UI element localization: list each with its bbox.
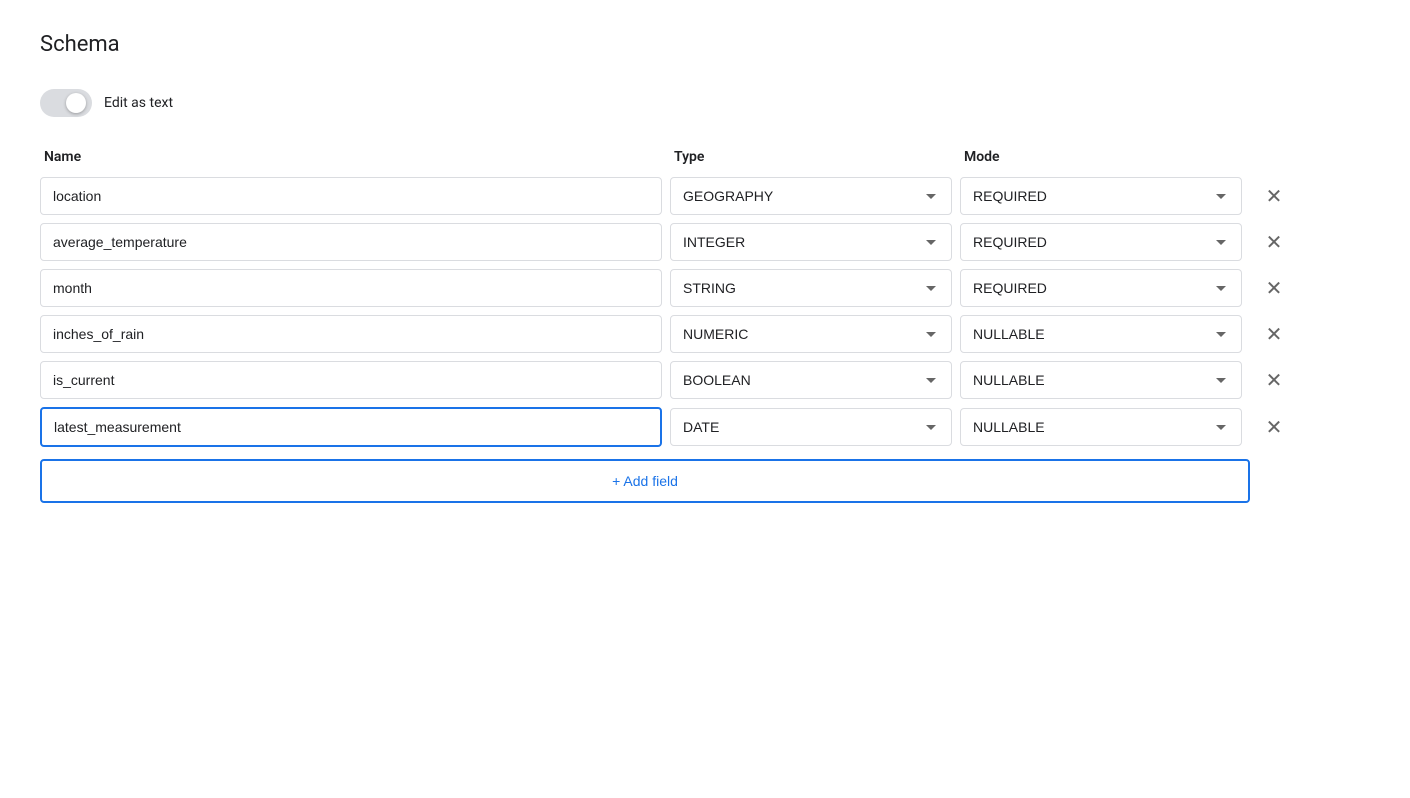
- schema-row: STRINGBYTESINTEGERFLOATBOOLEANRECORDDATE…: [40, 269, 1290, 307]
- field-name-input[interactable]: [40, 223, 662, 261]
- delete-cell: ✕: [1250, 180, 1298, 212]
- field-name-input[interactable]: [40, 407, 662, 447]
- name-cell: [40, 269, 670, 307]
- field-name-input[interactable]: [40, 269, 662, 307]
- type-cell: STRINGBYTESINTEGERFLOATBOOLEANRECORDDATE…: [670, 177, 960, 215]
- add-field-button[interactable]: + Add field: [40, 459, 1250, 503]
- add-field-container: + Add field: [40, 455, 1250, 503]
- delete-field-button[interactable]: ✕: [1258, 226, 1290, 258]
- type-select[interactable]: STRINGBYTESINTEGERFLOATBOOLEANRECORDDATE…: [670, 361, 952, 399]
- header-actions: [1250, 149, 1298, 165]
- header-name: Name: [40, 149, 670, 165]
- type-cell: STRINGBYTESINTEGERFLOATBOOLEANRECORDDATE…: [670, 361, 960, 399]
- type-cell: STRINGBYTESINTEGERFLOATBOOLEANRECORDDATE…: [670, 223, 960, 261]
- mode-cell: NULLABLEREQUIREDREPEATED: [960, 223, 1250, 261]
- header-mode: Mode: [960, 149, 1250, 165]
- schema-row: STRINGBYTESINTEGERFLOATBOOLEANRECORDDATE…: [40, 177, 1290, 215]
- type-select[interactable]: STRINGBYTESINTEGERFLOATBOOLEANRECORDDATE…: [670, 408, 952, 446]
- mode-select[interactable]: NULLABLEREQUIREDREPEATED: [960, 177, 1242, 215]
- field-name-input[interactable]: [40, 361, 662, 399]
- name-cell: [40, 177, 670, 215]
- name-cell: [40, 407, 670, 447]
- type-select[interactable]: STRINGBYTESINTEGERFLOATBOOLEANRECORDDATE…: [670, 315, 952, 353]
- mode-select[interactable]: NULLABLEREQUIREDREPEATED: [960, 315, 1242, 353]
- toggle-thumb: [66, 93, 86, 113]
- type-select[interactable]: STRINGBYTESINTEGERFLOATBOOLEANRECORDDATE…: [670, 177, 952, 215]
- field-name-input[interactable]: [40, 177, 662, 215]
- mode-select[interactable]: NULLABLEREQUIREDREPEATED: [960, 408, 1242, 446]
- delete-cell: ✕: [1250, 226, 1298, 258]
- field-name-input[interactable]: [40, 315, 662, 353]
- page-title: Schema: [40, 32, 1370, 57]
- type-cell: STRINGBYTESINTEGERFLOATBOOLEANRECORDDATE…: [670, 315, 960, 353]
- mode-select[interactable]: NULLABLEREQUIREDREPEATED: [960, 269, 1242, 307]
- add-field-row: + Add field: [40, 455, 1290, 503]
- delete-cell: ✕: [1250, 272, 1298, 304]
- schema-headers: Name Type Mode: [40, 149, 1290, 169]
- edit-as-text-row: Edit as text: [40, 89, 1370, 117]
- toggle-label: Edit as text: [104, 95, 173, 111]
- mode-cell: NULLABLEREQUIREDREPEATED: [960, 315, 1250, 353]
- mode-cell: NULLABLEREQUIREDREPEATED: [960, 408, 1250, 446]
- delete-cell: ✕: [1250, 318, 1298, 350]
- name-cell: [40, 315, 670, 353]
- type-select[interactable]: STRINGBYTESINTEGERFLOATBOOLEANRECORDDATE…: [670, 269, 952, 307]
- mode-cell: NULLABLEREQUIREDREPEATED: [960, 361, 1250, 399]
- schema-row: STRINGBYTESINTEGERFLOATBOOLEANRECORDDATE…: [40, 361, 1290, 399]
- delete-field-button[interactable]: ✕: [1258, 180, 1290, 212]
- schema-rows: STRINGBYTESINTEGERFLOATBOOLEANRECORDDATE…: [40, 177, 1290, 447]
- mode-cell: NULLABLEREQUIREDREPEATED: [960, 269, 1250, 307]
- schema-row: STRINGBYTESINTEGERFLOATBOOLEANRECORDDATE…: [40, 315, 1290, 353]
- delete-field-button[interactable]: ✕: [1258, 272, 1290, 304]
- delete-cell: ✕: [1250, 364, 1298, 396]
- mode-select[interactable]: NULLABLEREQUIREDREPEATED: [960, 223, 1242, 261]
- type-select[interactable]: STRINGBYTESINTEGERFLOATBOOLEANRECORDDATE…: [670, 223, 952, 261]
- schema-row: STRINGBYTESINTEGERFLOATBOOLEANRECORDDATE…: [40, 223, 1290, 261]
- delete-field-button[interactable]: ✕: [1258, 318, 1290, 350]
- edit-as-text-toggle[interactable]: [40, 89, 92, 117]
- name-cell: [40, 361, 670, 399]
- mode-select[interactable]: NULLABLEREQUIREDREPEATED: [960, 361, 1242, 399]
- type-cell: STRINGBYTESINTEGERFLOATBOOLEANRECORDDATE…: [670, 408, 960, 446]
- delete-field-button[interactable]: ✕: [1258, 364, 1290, 396]
- delete-field-button[interactable]: ✕: [1258, 411, 1290, 443]
- schema-row: STRINGBYTESINTEGERFLOATBOOLEANRECORDDATE…: [40, 407, 1290, 447]
- type-cell: STRINGBYTESINTEGERFLOATBOOLEANRECORDDATE…: [670, 269, 960, 307]
- mode-cell: NULLABLEREQUIREDREPEATED: [960, 177, 1250, 215]
- header-type: Type: [670, 149, 960, 165]
- name-cell: [40, 223, 670, 261]
- delete-cell: ✕: [1250, 411, 1298, 443]
- schema-container: Name Type Mode STRINGBYTESINTEGERFLOATBO…: [40, 149, 1290, 503]
